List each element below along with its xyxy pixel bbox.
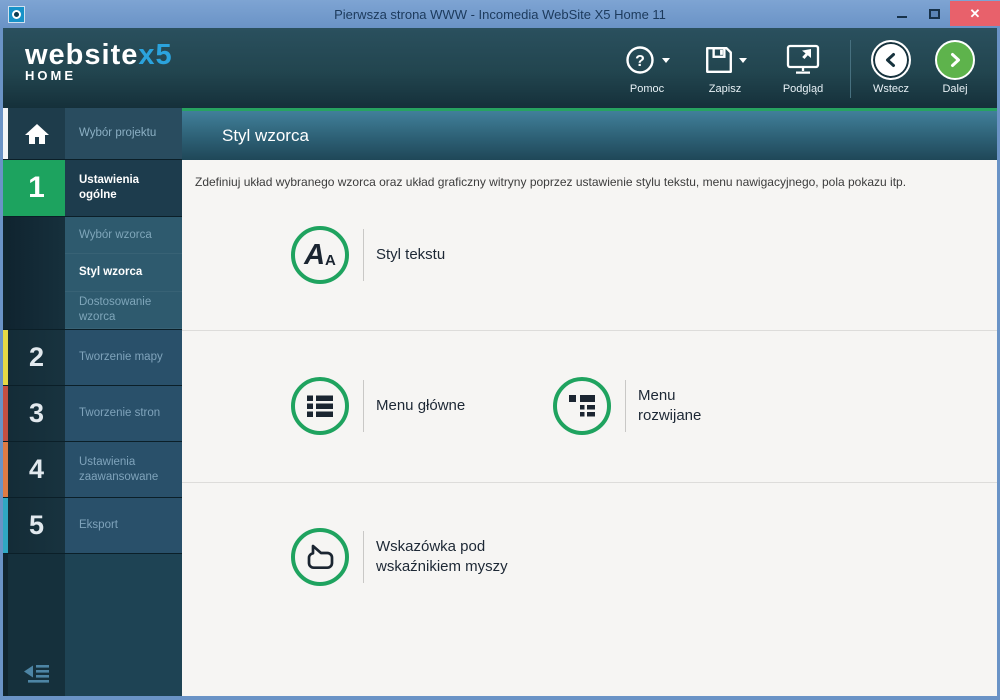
- option-divider: [363, 531, 364, 583]
- sidebar-item-label: Eksport: [65, 498, 182, 553]
- svg-text:?: ?: [635, 53, 645, 70]
- preview-button[interactable]: Podgląd: [764, 37, 842, 95]
- sidebar-subitem-template-style[interactable]: Styl wzorca: [65, 254, 182, 292]
- sidebar-step-5-export[interactable]: 5 Eksport: [3, 498, 182, 554]
- home-icon: [24, 123, 49, 144]
- save-icon: [705, 47, 732, 73]
- sidebar-step-3-page-creation[interactable]: 3 Tworzenie stron: [3, 386, 182, 442]
- back-button[interactable]: Wstecz: [859, 37, 923, 95]
- preview-icon: [786, 44, 820, 74]
- help-button[interactable]: ? Pomoc: [608, 37, 686, 95]
- collapse-sidebar-icon[interactable]: [23, 662, 51, 684]
- sidebar-item-label: Tworzenie stron: [65, 386, 182, 441]
- option-label: Styl tekstu: [376, 246, 446, 263]
- maximize-button[interactable]: [918, 1, 950, 26]
- text-style-option[interactable]: AA Styl tekstu: [291, 226, 445, 284]
- option-label: Menu główne: [376, 397, 466, 414]
- next-button[interactable]: Dalej: [923, 37, 987, 95]
- chevron-down-icon: [738, 57, 747, 63]
- window-title: Pierwsza strona WWW - Incomedia WebSite …: [334, 6, 666, 22]
- toolbar: websitex5 HOME ? Pomoc Zapisz Podgląd Ws…: [0, 28, 1000, 108]
- toolbar-separator: [850, 40, 851, 98]
- tooltip-icon: [307, 544, 334, 570]
- main-content: Styl wzorca Zdefiniuj układ wybranego wz…: [182, 108, 997, 696]
- minimize-icon: [897, 15, 907, 18]
- sidebar-step-4-advanced-settings[interactable]: 4 Ustawienia zaawansowane: [3, 442, 182, 498]
- sidebar-substeps: Wybór wzorca Styl wzorca Dostosowanie wz…: [3, 217, 182, 330]
- option-label: Wskazówka pod wskaźnikiem myszy: [376, 538, 508, 575]
- text-style-icon: AA: [291, 226, 349, 284]
- page-title: Styl wzorca: [182, 111, 997, 160]
- sidebar-step-2-sitemap-creation[interactable]: 2 Tworzenie mapy: [3, 330, 182, 386]
- main-menu-icon: [307, 395, 333, 417]
- row-divider: [182, 482, 997, 483]
- close-icon: ✕: [969, 5, 981, 21]
- sidebar-filler: [3, 554, 182, 696]
- option-divider: [363, 380, 364, 432]
- dropdown-menu-icon: [569, 395, 595, 417]
- sidebar-item-label: Ustawienia ogólne: [65, 160, 182, 216]
- app-logo-icon: [8, 5, 25, 23]
- sidebar-subitem-template-customization[interactable]: Dostosowanie wzorca: [65, 291, 182, 329]
- sidebar-item-label: Tworzenie mapy: [65, 330, 182, 385]
- mouse-tooltip-option[interactable]: Wskazówka pod wskaźnikiem myszy: [291, 528, 521, 586]
- save-button[interactable]: Zapisz: [686, 37, 764, 95]
- dropdown-menu-option[interactable]: Menu rozwijane: [553, 377, 733, 435]
- sidebar-filler-label-col: [65, 554, 182, 696]
- titlebar: Pierwsza strona WWW - Incomedia WebSite …: [0, 0, 1000, 28]
- step-number: 1: [28, 171, 45, 204]
- chevron-down-icon: [661, 57, 670, 63]
- minimize-button[interactable]: [886, 1, 918, 26]
- main-menu-option[interactable]: Menu główne: [291, 377, 465, 435]
- row-divider: [182, 330, 997, 331]
- close-button[interactable]: ✕: [950, 1, 1000, 26]
- maximize-icon: [928, 8, 940, 19]
- steps-sidebar: Wybór projektu 1 Ustawienia ogólne Wybór…: [3, 108, 182, 696]
- next-icon: [935, 40, 975, 80]
- sidebar-item-label: Ustawienia zaawansowane: [65, 442, 182, 497]
- step-number: 3: [28, 398, 45, 428]
- sidebar-item-label: Wybór projektu: [65, 108, 182, 159]
- step-number: 5: [28, 510, 45, 540]
- sidebar-item-project-selection[interactable]: Wybór projektu: [3, 108, 182, 160]
- back-icon: [871, 40, 911, 80]
- option-divider: [363, 229, 364, 281]
- sidebar-step-1-general-settings[interactable]: 1 Ustawienia ogólne: [3, 160, 182, 217]
- websitex5-logo: websitex5 HOME: [25, 39, 173, 84]
- substeps-gutter: [8, 217, 65, 329]
- help-icon: ?: [625, 46, 654, 74]
- step-number: 4: [28, 454, 45, 484]
- option-divider: [625, 380, 626, 432]
- sidebar-subitem-template-selection[interactable]: Wybór wzorca: [65, 217, 182, 255]
- option-label: Menu rozwijane: [638, 387, 702, 424]
- step-number: 2: [28, 342, 45, 372]
- page-description: Zdefiniuj układ wybranego wzorca oraz uk…: [195, 175, 907, 189]
- app-window: Pierwsza strona WWW - Incomedia WebSite …: [0, 0, 1000, 700]
